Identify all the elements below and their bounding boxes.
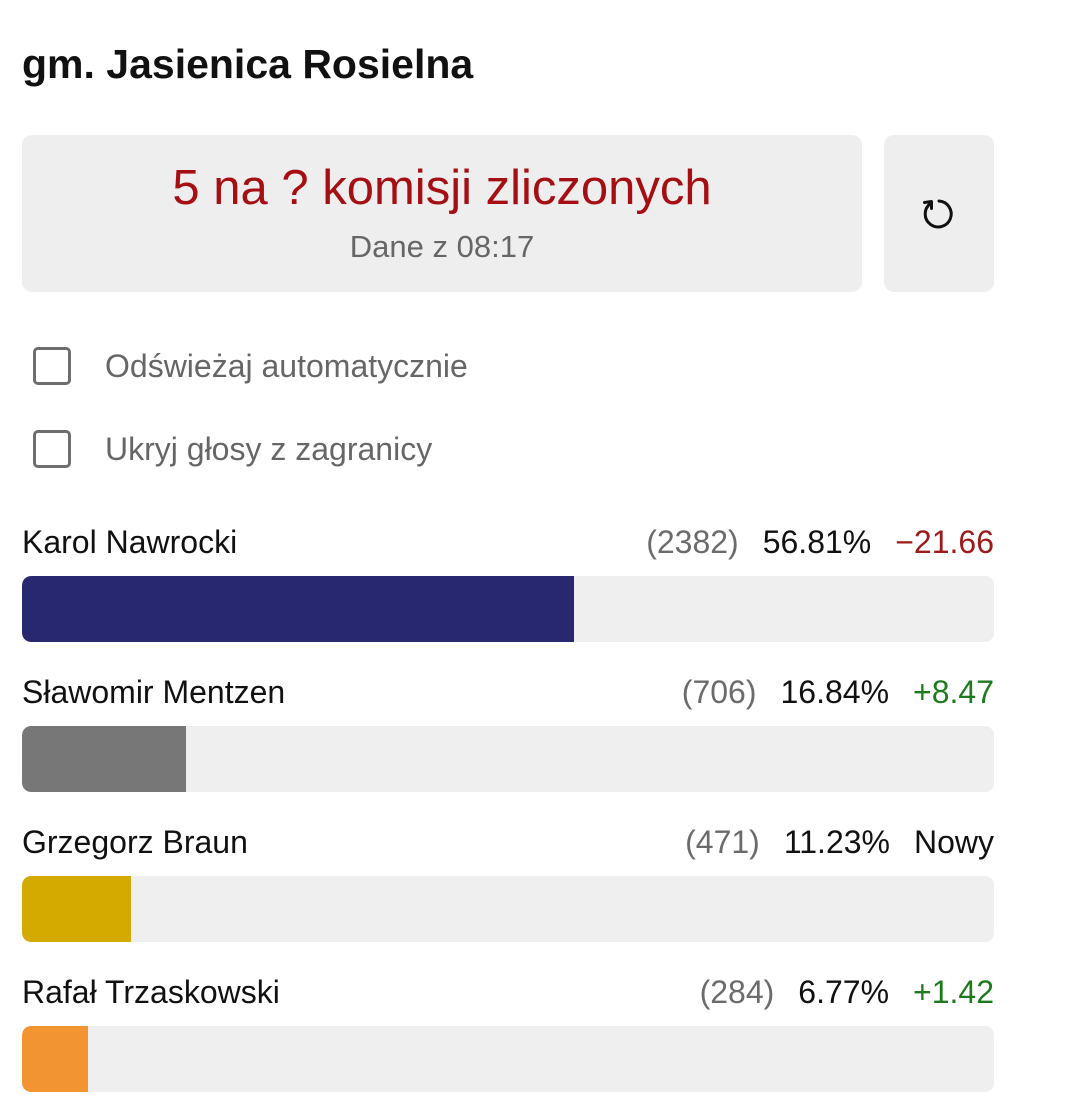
candidate-votes: (284) — [699, 974, 775, 1010]
result-bar-track — [22, 1026, 994, 1092]
result-bar-fill — [22, 1026, 88, 1092]
candidate-percent: 6.77% — [798, 974, 890, 1010]
candidate-header: Rafał Trzaskowski (284) 6.77% +1.42 — [22, 968, 994, 1016]
data-timestamp: Dane z 08:17 — [349, 229, 535, 264]
candidate-name: Grzegorz Braun — [22, 824, 248, 860]
refresh-button[interactable] — [884, 135, 994, 292]
candidate-name: Rafał Trzaskowski — [22, 974, 280, 1010]
candidate-change: +1.42 — [913, 974, 994, 1010]
result-bar-track — [22, 576, 994, 642]
candidate-percent: 11.23% — [783, 824, 890, 860]
candidate-change: +8.47 — [913, 674, 994, 710]
results-page: gm. Jasienica Rosielna 5 na ? komisji zl… — [0, 0, 1080, 1118]
candidate-name: Sławomir Mentzen — [22, 674, 286, 710]
result-bar-track — [22, 726, 994, 792]
candidate-name: Karol Nawrocki — [22, 524, 238, 560]
candidate-votes: (471) — [685, 824, 760, 860]
candidate-row: Karol Nawrocki (2382) 56.81% −21.66 — [22, 518, 994, 642]
candidate-row: Sławomir Mentzen (706) 16.84% +8.47 — [22, 668, 994, 792]
page-title: gm. Jasienica Rosielna — [22, 41, 474, 87]
auto-refresh-option[interactable]: Odświeżaj automatycznie — [33, 343, 468, 389]
counting-status-panel: 5 na ? komisji zliczonych Dane z 08:17 — [22, 135, 862, 292]
hide-abroad-label: Ukryj głosy z zagranicy — [105, 430, 433, 467]
candidate-change: Nowy — [913, 824, 994, 860]
candidate-row: Rafał Trzaskowski (284) 6.77% +1.42 — [22, 968, 994, 1092]
candidate-percent: 16.84% — [780, 674, 890, 710]
counted-commissions-text: 5 na ? komisji zliczonych — [172, 161, 712, 215]
candidate-votes: (2382) — [646, 524, 739, 560]
result-bar-track — [22, 876, 994, 942]
hide-abroad-checkbox[interactable] — [33, 430, 71, 468]
result-bar-fill — [22, 726, 186, 792]
candidate-header: Karol Nawrocki (2382) 56.81% −21.66 — [22, 518, 994, 566]
auto-refresh-checkbox[interactable] — [33, 347, 71, 385]
hide-abroad-option[interactable]: Ukryj głosy z zagranicy — [33, 426, 432, 472]
candidate-row: Grzegorz Braun (471) 11.23% Nowy — [22, 818, 994, 942]
candidate-percent: 56.81% — [762, 524, 872, 560]
result-bar-fill — [22, 876, 132, 942]
candidate-header: Sławomir Mentzen (706) 16.84% +8.47 — [22, 668, 994, 716]
candidate-votes: (706) — [681, 674, 757, 710]
auto-refresh-label: Odświeżaj automatycznie — [105, 347, 468, 384]
candidate-header: Grzegorz Braun (471) 11.23% Nowy — [22, 818, 994, 866]
refresh-icon — [923, 199, 953, 229]
result-bar-fill — [22, 576, 575, 642]
candidate-change: −21.66 — [895, 524, 994, 560]
